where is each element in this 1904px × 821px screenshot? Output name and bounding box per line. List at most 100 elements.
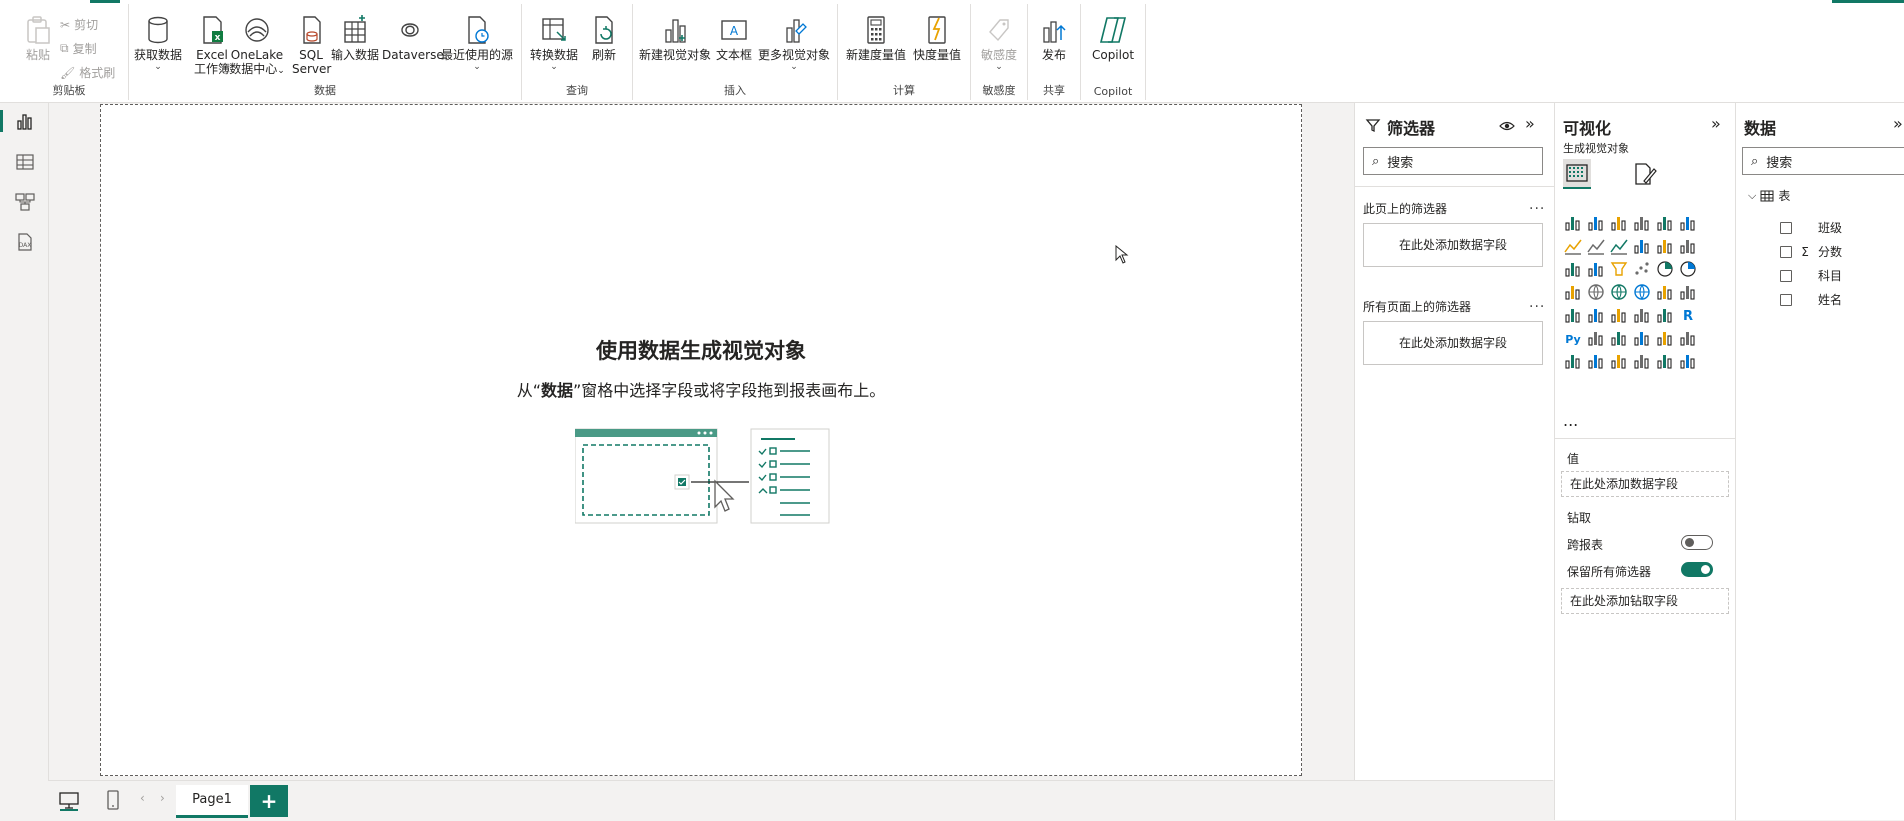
smart-narrative-icon[interactable] (1655, 328, 1675, 348)
funnel-icon[interactable] (1609, 259, 1629, 279)
page-tab[interactable]: Page1 (176, 785, 248, 818)
enter-data-button[interactable]: 输入数据 (329, 14, 381, 62)
cut-button[interactable]: ✂ 剪切 (60, 16, 98, 33)
new-measure-button[interactable]: 新建度量值 (844, 14, 908, 62)
keep-all-filters-toggle[interactable] (1681, 562, 1713, 577)
data-search-input[interactable]: ⌕ 搜索 (1742, 147, 1904, 175)
reference-icon[interactable] (1678, 351, 1698, 371)
field-checkbox[interactable] (1780, 221, 1792, 234)
filled-map-icon[interactable] (1609, 282, 1629, 302)
new-slicer-icon[interactable] (1655, 351, 1675, 371)
scatter-icon[interactable] (1632, 259, 1652, 279)
values-dropzone[interactable]: 在此处添加数据字段 (1561, 471, 1729, 497)
azure-map-icon[interactable] (1632, 282, 1652, 302)
qa-icon[interactable] (1632, 328, 1652, 348)
r-visual-icon[interactable]: R (1678, 305, 1698, 325)
collapse-data-icon[interactable]: » (1893, 114, 1903, 133)
refresh-button[interactable]: 刷新 (582, 14, 626, 62)
more-options-icon[interactable]: ... (1529, 197, 1545, 213)
model-view-icon[interactable] (14, 191, 36, 213)
onelake-datahub-button[interactable]: OneLake 数据中心⌄ (225, 14, 289, 78)
new-card-icon[interactable] (1632, 351, 1652, 371)
slicer-icon[interactable] (1609, 305, 1629, 325)
key-influencers-icon[interactable] (1586, 328, 1606, 348)
decomposition-tree-icon[interactable] (1609, 328, 1629, 348)
table-view-icon[interactable] (14, 151, 36, 173)
line-icon[interactable] (1563, 236, 1583, 256)
stacked-column-icon[interactable] (1586, 213, 1606, 233)
copilot-button[interactable]: Copilot (1087, 14, 1139, 62)
scissors-icon: ✂ (60, 17, 71, 32)
kpi-icon[interactable] (1586, 305, 1606, 325)
get-data-button[interactable]: 获取数据 ⌄ (132, 14, 184, 72)
dataverse-button[interactable]: Dataverse (382, 14, 444, 62)
drillthrough-dropzone[interactable]: 在此处添加钻取字段 (1561, 588, 1729, 614)
line-column-icon[interactable] (1655, 236, 1675, 256)
field-checkbox[interactable] (1780, 245, 1792, 258)
previous-page-icon[interactable]: ‹ (140, 791, 145, 805)
next-page-icon[interactable]: › (160, 791, 165, 805)
100-bar-icon[interactable] (1655, 213, 1675, 233)
collapse-visualizations-icon[interactable]: » (1711, 114, 1721, 133)
format-painter-button[interactable]: 🖌 格式刷 (60, 64, 115, 81)
desktop-layout-icon[interactable] (58, 789, 80, 811)
dax-query-view-icon[interactable]: DAX (14, 231, 36, 253)
map-icon[interactable] (1586, 282, 1606, 302)
cross-report-toggle[interactable] (1681, 535, 1713, 550)
all-pages-filters-dropzone[interactable]: 在此处添加数据字段 (1363, 321, 1543, 365)
filters-search-input[interactable]: ⌕ 搜索 (1363, 147, 1543, 175)
eye-icon[interactable] (1499, 119, 1515, 133)
metrics-icon[interactable] (1678, 328, 1698, 348)
collapse-filters-icon[interactable]: » (1525, 114, 1535, 133)
treemap-icon[interactable] (1563, 282, 1583, 302)
clustered-column-icon[interactable] (1632, 213, 1652, 233)
page-filters-dropzone[interactable]: 在此处添加数据字段 (1363, 223, 1543, 267)
ribbon-icon[interactable] (1563, 259, 1583, 279)
area-icon[interactable] (1586, 236, 1606, 256)
transform-data-button[interactable]: 转换数据 ⌄ (528, 14, 580, 72)
sensitivity-button[interactable]: 敏感度 ⌄ (975, 14, 1023, 72)
report-canvas[interactable]: 使用数据生成视觉对象 从“数据”窗格中选择字段或将字段拖到报表画布上。 (100, 104, 1302, 776)
more-visuals-button[interactable]: 更多视觉对象 ⌄ (755, 14, 833, 72)
field-item[interactable]: 姓名 (1780, 291, 1842, 308)
new-visual-button[interactable]: 新建视觉对象 (637, 14, 713, 62)
report-view-icon[interactable] (14, 111, 36, 133)
paginated-report-icon[interactable] (1563, 351, 1583, 371)
matrix-icon[interactable] (1655, 305, 1675, 325)
field-item[interactable]: Σ 分数 (1780, 243, 1842, 260)
more-options-icon[interactable]: ... (1529, 295, 1545, 311)
paste-button[interactable]: 粘贴 (18, 14, 58, 62)
100-column-icon[interactable] (1678, 213, 1698, 233)
quick-measure-button[interactable]: 快度量值 (908, 14, 966, 62)
line-clustered-column-icon[interactable] (1678, 236, 1698, 256)
stacked-bar-icon[interactable] (1563, 213, 1583, 233)
more-visuals-icon[interactable]: ... (1563, 411, 1578, 430)
donut-icon[interactable] (1678, 259, 1698, 279)
field-checkbox[interactable] (1780, 293, 1792, 306)
sql-server-button[interactable]: SQL Server (292, 14, 331, 76)
field-checkbox[interactable] (1780, 269, 1792, 282)
mobile-layout-icon[interactable] (102, 789, 124, 811)
100-area-icon[interactable] (1632, 236, 1652, 256)
gauge-icon[interactable] (1655, 282, 1675, 302)
field-item[interactable]: 科目 (1780, 267, 1842, 284)
text-box-button[interactable]: A 文本框 (713, 14, 755, 62)
table-node[interactable]: ⌵ 表 (1748, 187, 1790, 204)
card-icon[interactable] (1678, 282, 1698, 302)
table-icon[interactable] (1632, 305, 1652, 325)
field-item[interactable]: 班级 (1780, 219, 1842, 236)
clustered-bar-icon[interactable] (1609, 213, 1629, 233)
python-visual-icon[interactable]: Py (1563, 328, 1583, 348)
multi-row-card-icon[interactable] (1563, 305, 1583, 325)
add-page-button[interactable]: + (250, 785, 288, 817)
publish-button[interactable]: 发布 (1032, 14, 1076, 62)
pie-icon[interactable] (1655, 259, 1675, 279)
format-visual-icon[interactable] (1631, 161, 1657, 187)
waterfall-icon[interactable] (1586, 259, 1606, 279)
build-visual-tab[interactable] (1563, 159, 1591, 189)
power-automate-icon[interactable] (1609, 351, 1629, 371)
copy-button[interactable]: ⧉ 复制 (60, 40, 97, 57)
power-apps-icon[interactable] (1586, 351, 1606, 371)
stacked-area-icon[interactable] (1609, 236, 1629, 256)
recent-sources-button[interactable]: 最近使用的源 ⌄ (439, 14, 515, 72)
